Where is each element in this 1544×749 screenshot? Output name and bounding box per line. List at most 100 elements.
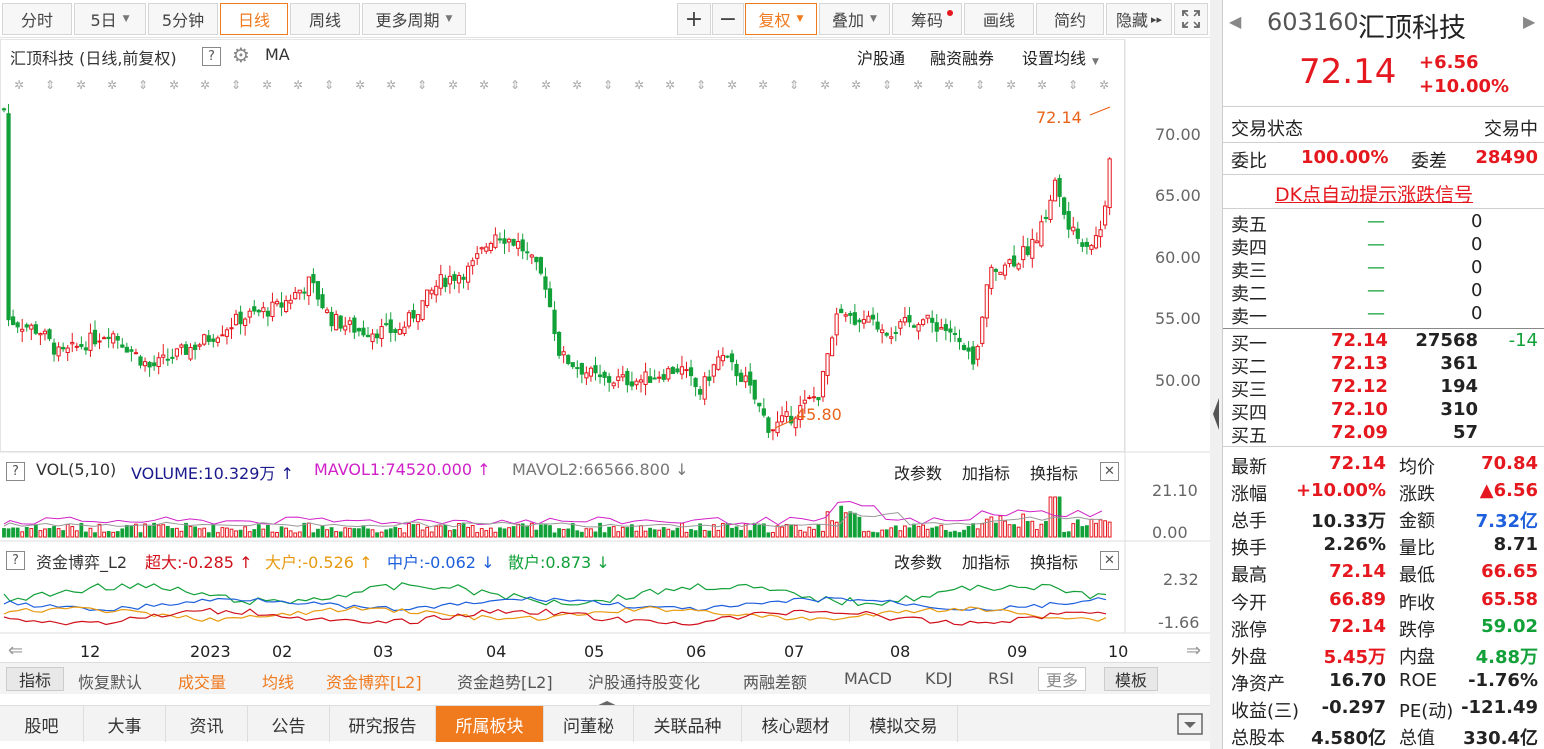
x-tick: 02 [272,642,293,661]
zoom-out-button[interactable]: − [712,3,744,35]
fullscreen-button[interactable] [1174,3,1208,35]
draw-button[interactable]: 画线 [964,3,1034,35]
svg-text:⇕: ⇕ [696,78,706,92]
svg-text:⇕: ⇕ [882,78,892,92]
sell-level-3[interactable]: 卖三 —0 [1231,257,1538,282]
fund-add-indicator[interactable]: 加指标 [962,549,1010,573]
fund-close-icon[interactable]: ✕ [1100,549,1119,570]
panel-splitter[interactable] [1210,0,1222,749]
tab-sim-trade[interactable]: 模拟交易 [850,706,958,742]
chips-button[interactable]: 筹码 [892,3,962,35]
tab-more-periods[interactable]: 更多周期 ▼ [362,3,466,35]
ind-kdj[interactable]: KDJ [925,669,953,688]
x-tick: 10 [1108,642,1129,661]
ind-macd[interactable]: MACD [844,669,892,688]
tab-themes[interactable]: 核心题材 [742,706,850,742]
ind-volume[interactable]: 成交量 [178,669,226,693]
ind-fund-trend[interactable]: 资金趋势[L2] [457,669,553,693]
svg-text:⇕: ⇕ [603,78,613,92]
tab-ask-secretary[interactable]: 问董秘 [544,706,634,742]
sell-level-1[interactable]: 卖一 —0 [1231,303,1538,328]
sell-level-2[interactable]: 卖二 —0 [1231,280,1538,305]
tab-5day[interactable]: 5日 ▼ [74,3,146,35]
volume-bars [2,496,1112,538]
sell-level-5[interactable]: 卖五 —0 [1231,211,1538,236]
fund-help-button[interactable]: ? [6,549,25,570]
svg-text:✲: ✲ [479,78,489,92]
svg-text:✲: ✲ [448,78,458,92]
tab-guba[interactable]: 股吧 [0,706,84,742]
svg-text:✲: ✲ [14,78,24,92]
x-tick: 2023 [190,642,231,661]
chart-title: 汇顶科技 (日线,前复权) [10,49,177,68]
margin-link[interactable]: 融资融券 [930,45,994,69]
set-ma-link[interactable]: 设置均线 ▼ [1022,45,1099,69]
tab-events[interactable]: 大事 [84,706,166,742]
ind-ma[interactable]: 均线 [262,669,294,693]
tab-5min[interactable]: 5分钟 [148,3,218,35]
help-button[interactable]: ? [202,45,221,66]
fund-switch-indicator[interactable]: 换指标 [1030,549,1078,573]
x-tick: 07 [784,642,805,661]
hide-button[interactable]: 隐藏 ▸▸ [1106,3,1172,35]
price-tick: 55.00 [1155,309,1201,328]
svg-text:✲: ✲ [355,78,365,92]
svg-text:✲: ✲ [1037,78,1047,92]
high-price-label: 72.14 [1036,108,1082,127]
vol-change-params[interactable]: 改参数 [894,460,942,484]
period-toolbar: 分时 5日 ▼ 5分钟 日线 周线 更多周期 ▼ + − 复权 ▼ 叠加 ▼ 筹码 画线… [0,0,1210,38]
ma-label[interactable]: MA [265,45,290,64]
ind-margin-diff[interactable]: 两融差额 [743,669,807,693]
buy-level-2[interactable]: 买二 72.13 361 [1231,353,1538,378]
scroll-right-button[interactable]: ⇒ [1186,640,1201,661]
buy-level-3[interactable]: 买三 72.12 194 [1231,376,1538,401]
tab-fenshi[interactable]: 分时 [2,3,72,35]
chart-area[interactable]: ✲ ⇕ ✲ ✲ ⇕ ✲ ✲ ⇕ ✲ ✲ ⇕ ✲ ✲ ⇕ ✲ ✲ ⇕ ✲ ✲ ⇕ ✲ ✲ ⇕ ✲ ✲ ⇕ ✲ ✲ ⇕ ✲ ✲ ⇕ ✲ ✲ ⇕ ✲ 汇顶科… [0,39,1210,661]
fund-tick: -1.66 [1158,613,1200,632]
ind-rsi[interactable]: RSI [988,669,1014,688]
fund-big: 大户:-0.526 ↑ [265,553,373,572]
tab-announcements[interactable]: 公告 [248,706,330,742]
buy-level-4[interactable]: 买四 72.10 310 [1231,399,1538,424]
adjust-button[interactable]: 复权 ▼ [745,3,817,35]
download-icon[interactable] [1176,712,1204,736]
tab-daily[interactable]: 日线 [220,3,288,35]
stat-row: 净资产 16.70 ROE -1.76% [1231,669,1538,695]
tab-research[interactable]: 研究报告 [330,706,436,742]
fund-tick: 2.32 [1163,570,1199,589]
tab-news[interactable]: 资讯 [166,706,248,742]
next-stock-icon[interactable]: ▶ [1523,12,1535,31]
template-button[interactable]: 模板 [1104,667,1158,691]
vol-switch-indicator[interactable]: 换指标 [1030,460,1078,484]
tab-related[interactable]: 关联品种 [634,706,742,742]
buy-level-1[interactable]: 买一 72.14 27568 -14 [1231,330,1538,355]
vol-close-icon[interactable]: ✕ [1100,460,1119,481]
quote-panel: ◀ 603160 汇顶科技 ▶ 72.14 +6.56 +10.00% 交易状态… [1222,0,1544,749]
collapse-handle[interactable] [590,695,624,709]
svg-text:✲: ✲ [944,78,954,92]
zoom-in-button[interactable]: + [677,3,711,35]
prev-stock-icon[interactable]: ◀ [1229,12,1241,31]
ind-fund-game[interactable]: 资金博弈[L2] [326,669,422,693]
vol-add-indicator[interactable]: 加指标 [962,460,1010,484]
simple-button[interactable]: 简约 [1036,3,1104,35]
ind-hgt-holdings[interactable]: 沪股通持股变化 [588,669,700,693]
overlay-button[interactable]: 叠加 ▼ [819,3,890,35]
restore-default[interactable]: 恢复默认 [78,669,142,693]
sell-level-4[interactable]: 卖四 —0 [1231,234,1538,259]
vol-help-button[interactable]: ? [6,460,25,481]
tab-weekly[interactable]: 周线 [290,3,360,35]
scroll-left-button[interactable]: ⇐ [8,640,23,661]
tab-sectors[interactable]: 所属板块 [436,706,544,742]
dk-signal-link[interactable]: DK点自动提示涨跌信号 [1275,180,1473,207]
hgt-link[interactable]: 沪股通 [857,45,905,69]
more-indicators-button[interactable]: 更多 [1038,667,1086,691]
fund-change-params[interactable]: 改参数 [894,549,942,573]
svg-text:✲: ✲ [665,78,675,92]
gear-icon[interactable]: ⚙ [232,43,250,67]
indicator-button[interactable]: 指标 [6,667,64,691]
x-tick: 03 [373,642,394,661]
svg-text:⇕: ⇕ [138,78,148,92]
buy-level-5[interactable]: 买五 72.09 57 [1231,422,1538,447]
x-tick: 12 [80,642,101,661]
